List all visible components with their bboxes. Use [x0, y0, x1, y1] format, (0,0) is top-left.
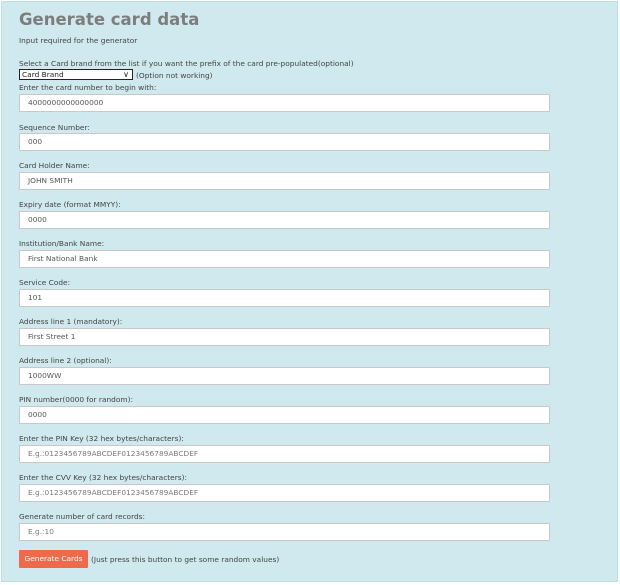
- generator-panel: Generate card data Input required for th…: [1, 1, 618, 582]
- cvv-key-label: Enter the CVV Key (32 hex bytes/characte…: [19, 473, 187, 482]
- generate-cards-button[interactable]: Generate Cards: [19, 550, 88, 568]
- page-title: Generate card data: [19, 10, 200, 29]
- card-number-input[interactable]: 4000000000000000: [19, 94, 550, 112]
- cvv-key-input[interactable]: E.g.:0123456789ABCDEF0123456789ABCDEF: [19, 484, 550, 502]
- sequence-number-label: Sequence Number:: [19, 123, 90, 132]
- record-count-input[interactable]: E.g.:10: [19, 523, 550, 541]
- service-code-input[interactable]: 101: [19, 289, 550, 307]
- address-line-1-input[interactable]: First Street 1: [19, 328, 550, 346]
- card-holder-name-label: Card Holder Name:: [19, 161, 90, 170]
- address-line-1-label: Address line 1 (mandatory):: [19, 317, 123, 326]
- card-brand-select[interactable]: Card Brand ∨: [19, 69, 133, 80]
- bank-name-label: Institution/Bank Name:: [19, 239, 105, 248]
- pin-number-label: PIN number(0000 for random):: [19, 395, 133, 404]
- pin-number-input[interactable]: 0000: [19, 406, 550, 424]
- sequence-number-input[interactable]: 000: [19, 133, 550, 151]
- address-line-2-label: Address line 2 (optional):: [19, 356, 112, 365]
- pin-key-label: Enter the PIN Key (32 hex bytes/characte…: [19, 434, 184, 443]
- card-holder-name-input[interactable]: JOHN SMITH: [19, 172, 550, 190]
- record-count-label: Generate number of card records:: [19, 512, 146, 521]
- address-line-2-input[interactable]: 1000WW: [19, 367, 550, 385]
- expiry-date-input[interactable]: 0000: [19, 211, 550, 229]
- service-code-label: Service Code:: [19, 278, 71, 287]
- card-number-label: Enter the card number to begin with:: [19, 83, 157, 92]
- card-brand-note: (Option not working): [136, 71, 213, 80]
- chevron-down-icon: ∨: [123, 70, 129, 79]
- card-brand-selected: Card Brand: [22, 70, 64, 79]
- bank-name-input[interactable]: First National Bank: [19, 250, 550, 268]
- pin-key-input[interactable]: E.g.:0123456789ABCDEF0123456789ABCDEF: [19, 445, 550, 463]
- expiry-date-label: Expiry date (format MMYY):: [19, 200, 121, 209]
- card-brand-label: Select a Card brand from the list if you…: [19, 59, 354, 68]
- generate-note: (Just press this button to get some rand…: [91, 555, 280, 564]
- page-subtitle: Input required for the generator: [19, 36, 138, 45]
